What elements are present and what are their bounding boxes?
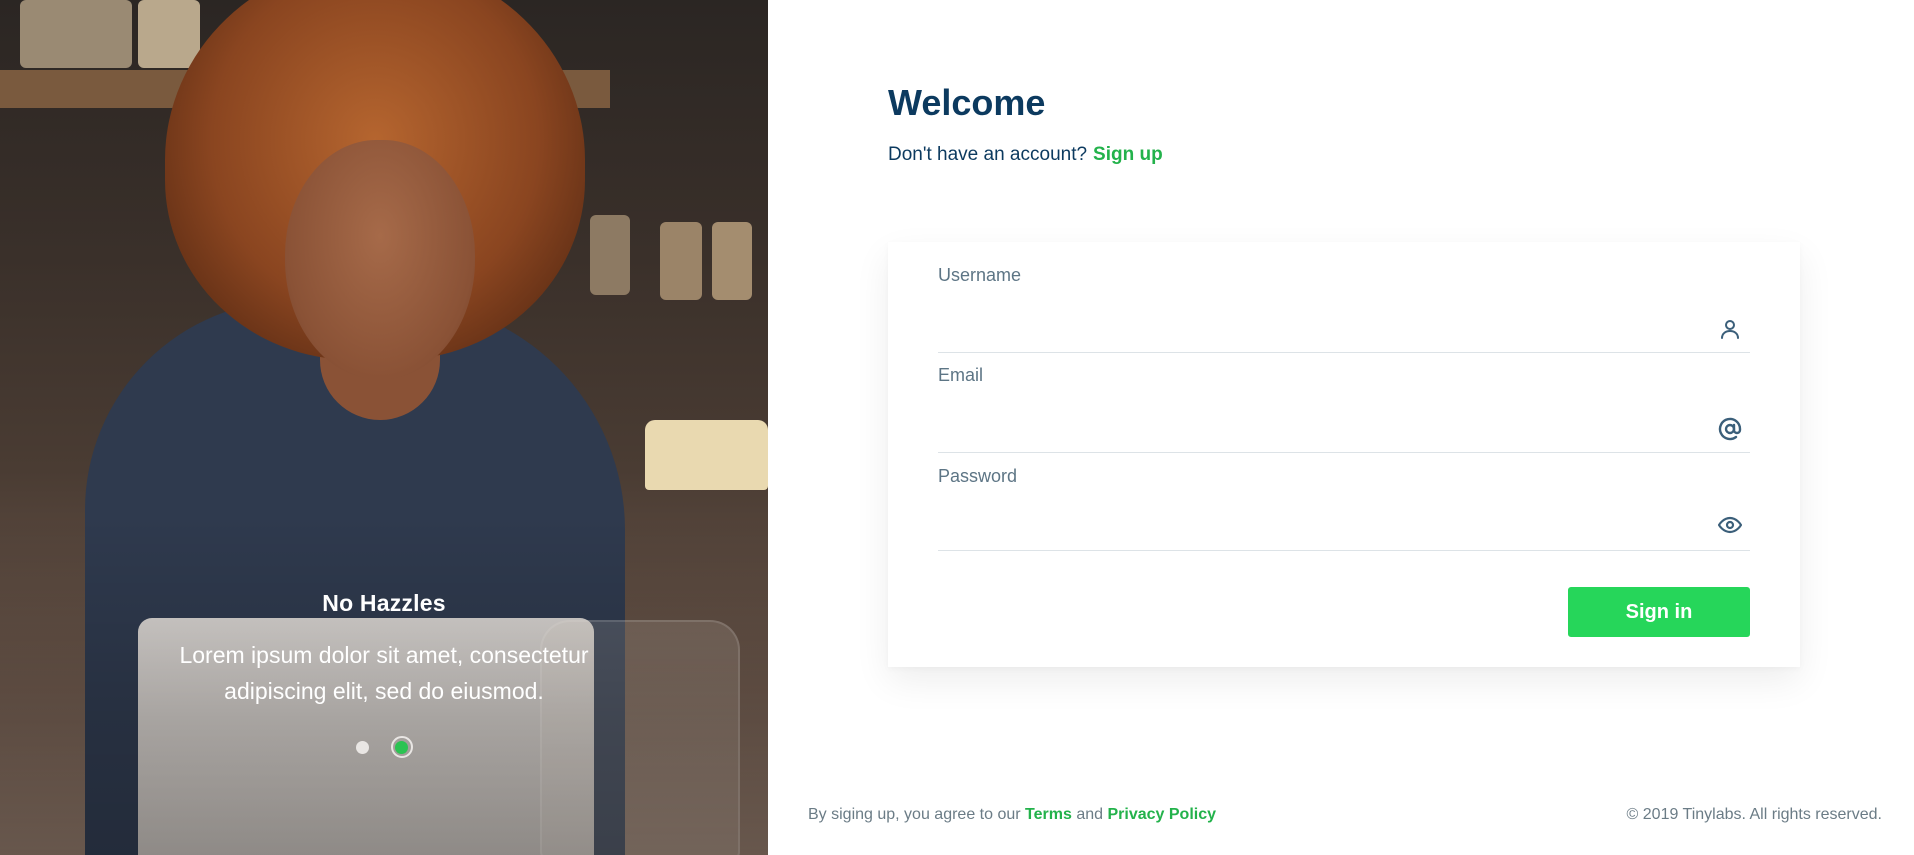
username-field[interactable]: Username <box>938 265 1750 353</box>
user-icon <box>1721 320 1739 339</box>
carousel-dots <box>0 736 768 758</box>
terms-and: and <box>1076 806 1104 823</box>
username-input[interactable] <box>938 299 1710 333</box>
carousel-dot-active-indicator <box>395 740 408 754</box>
slide-title: No Hazzles <box>322 590 446 616</box>
signin-button[interactable]: Sign in <box>1568 587 1750 637</box>
email-label: Email <box>938 365 984 385</box>
email-input[interactable] <box>938 399 1710 433</box>
hero-panel: No Hazzles Lorem ipsum dolor sit amet, c… <box>0 0 768 855</box>
email-field[interactable]: Email <box>938 365 1750 453</box>
signup-link[interactable]: Sign up <box>1093 144 1163 165</box>
background-jar <box>138 0 200 68</box>
password-field[interactable]: Password <box>938 466 1750 551</box>
username-label: Username <box>938 265 1022 285</box>
carousel-dot-1[interactable] <box>355 740 369 754</box>
slide-caption: No Hazzles Lorem ipsum dolor sit amet, c… <box>0 590 768 709</box>
privacy-link[interactable]: Privacy Policy <box>1107 806 1216 823</box>
page-title: Welcome <box>888 82 1046 123</box>
background-cheese <box>645 420 768 490</box>
terms-prefix: By siging up, you agree to our <box>808 806 1021 823</box>
signup-prompt: Don't have an account? Sign up <box>888 144 1163 166</box>
terms-link[interactable]: Terms <box>1025 806 1072 823</box>
background-jar <box>712 222 752 300</box>
terms-notice: By siging up, you agree to our Terms and… <box>808 806 1216 824</box>
signup-prompt-text: Don't have an account? <box>888 144 1088 165</box>
copyright: © 2019 Tinylabs. All rights reserved. <box>1626 806 1882 823</box>
password-label: Password <box>938 466 1018 486</box>
background-jar <box>590 215 630 295</box>
background-jar <box>20 0 132 68</box>
carousel-dot-2[interactable] <box>390 736 413 758</box>
signin-card: Username Email Password Sign in <box>888 242 1800 667</box>
eye-icon[interactable] <box>1718 513 1742 537</box>
password-input[interactable] <box>938 500 1710 534</box>
person-face <box>285 140 475 380</box>
background-jar <box>660 222 702 300</box>
at-icon <box>1718 417 1742 441</box>
slide-text: Lorem ipsum dolor sit amet, consectetur … <box>179 642 589 704</box>
